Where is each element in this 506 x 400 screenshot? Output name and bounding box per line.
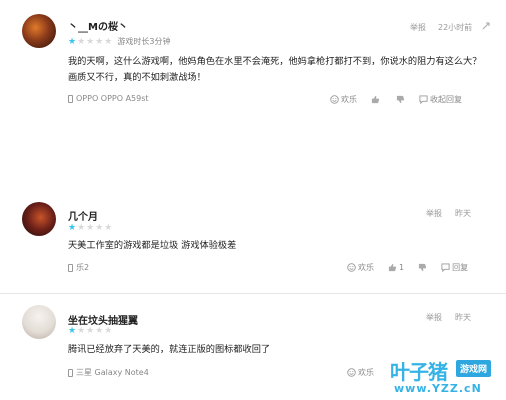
star-filled-icon: ★	[68, 37, 78, 47]
review-actions: 欢乐	[347, 367, 388, 378]
site-watermark: 叶子猪 游戏网 www.YZZ.cN	[390, 356, 506, 400]
username[interactable]: 坐在坟头抽猩翼	[68, 312, 138, 327]
thumbs-down-icon	[418, 263, 427, 272]
star-rating: ★★★★★ 游戏时长3分钟	[68, 36, 170, 47]
avatar[interactable]	[22, 305, 56, 339]
happy-button[interactable]: 欢乐	[347, 262, 374, 273]
username[interactable]: 丶__Mの桜丶	[68, 18, 128, 33]
timestamp: 昨天	[455, 313, 471, 322]
report-link[interactable]: 举报	[410, 22, 426, 33]
review-content: 我的天啊，这什么游戏啊，他妈角色在水里不会淹死，他妈拿枪打都打不到，你说水的阻力…	[68, 56, 482, 83]
like-count: 1	[399, 263, 405, 272]
timestamp: 22小时前	[438, 23, 473, 32]
comment-icon	[419, 95, 428, 104]
star-rating: ★★★★★	[68, 223, 113, 233]
avatar[interactable]	[22, 14, 56, 48]
star-empty-icon: ★★★★	[77, 326, 114, 336]
reply-label: 收起回复	[430, 95, 462, 104]
phone-icon	[68, 368, 73, 377]
review-actions: 欢乐 收起回复	[330, 94, 476, 105]
device-info: 乐2	[68, 262, 89, 273]
star-filled-icon: ★	[68, 326, 78, 336]
username[interactable]: 几个月	[68, 208, 98, 223]
more-options-icon[interactable]	[482, 22, 490, 30]
smile-icon	[347, 263, 356, 272]
dislike-button[interactable]	[418, 263, 427, 272]
reply-button[interactable]: 回复	[441, 262, 468, 273]
review-actions: 欢乐 1 回复	[347, 262, 482, 273]
playtime: 游戏时长3分钟	[117, 37, 171, 46]
thumbs-down-icon	[396, 95, 405, 104]
reply-label: 回复	[452, 263, 469, 272]
smile-icon	[347, 368, 356, 377]
happy-button[interactable]: 欢乐	[330, 94, 357, 105]
dislike-button[interactable]	[396, 95, 405, 104]
comment-icon	[441, 263, 450, 272]
device-info: OPPO OPPO A59st	[68, 94, 149, 103]
star-rating: ★★★★★	[68, 326, 113, 336]
review-content: 天美工作室的游戏都是垃圾 游戏体验极差	[68, 240, 237, 251]
avatar[interactable]	[22, 202, 56, 236]
timestamp: 昨天	[455, 209, 471, 218]
divider	[0, 293, 506, 294]
thumbs-up-icon	[371, 95, 380, 104]
like-button[interactable]: 1	[388, 263, 404, 272]
star-empty-icon: ★★★★	[77, 223, 114, 233]
device-name: 乐2	[76, 263, 90, 272]
smile-icon	[330, 95, 339, 104]
watermark-logo-text: 叶子猪	[390, 360, 448, 384]
report-link[interactable]: 举报	[426, 208, 442, 219]
happy-label: 欢乐	[358, 263, 374, 272]
collapse-replies-button[interactable]: 收起回复	[419, 94, 462, 105]
like-button[interactable]	[371, 95, 382, 104]
watermark-badge: 游戏网	[456, 360, 492, 377]
happy-label: 欢乐	[341, 95, 357, 104]
device-name: 三星 Galaxy Note4	[76, 368, 149, 377]
happy-label: 欢乐	[358, 368, 374, 377]
phone-icon	[68, 263, 73, 272]
report-link[interactable]: 举报	[426, 312, 442, 323]
thumbs-up-icon	[388, 263, 397, 272]
star-filled-icon: ★	[68, 223, 78, 233]
device-name: OPPO OPPO A59st	[76, 94, 149, 103]
phone-icon	[68, 94, 73, 103]
watermark-url: www.YZZ.cN	[394, 382, 482, 395]
happy-button[interactable]: 欢乐	[347, 367, 374, 378]
star-empty-icon: ★★★★	[77, 37, 114, 47]
device-info: 三星 Galaxy Note4	[68, 367, 149, 378]
